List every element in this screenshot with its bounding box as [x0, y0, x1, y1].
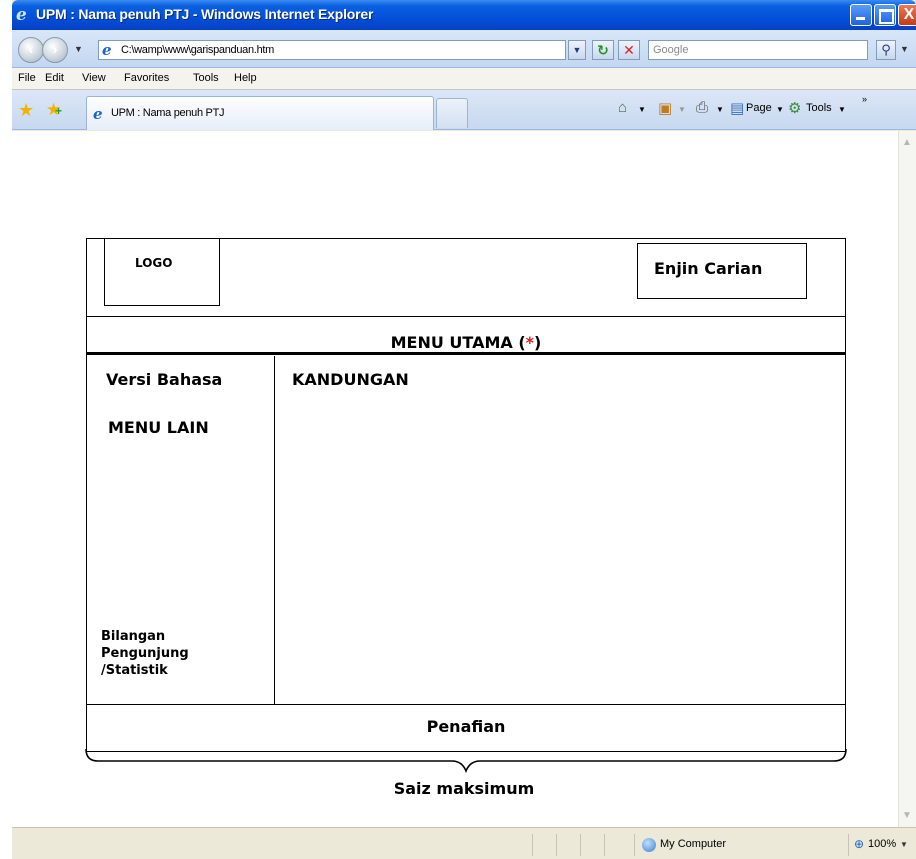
- width-brace: [85, 748, 847, 774]
- vertical-scrollbar[interactable]: ▲ ▼: [898, 131, 916, 827]
- toolbar-overflow-icon[interactable]: »: [862, 94, 867, 104]
- search-placeholder: Google: [653, 44, 689, 56]
- other-menu-label: MENU LAIN: [108, 418, 209, 437]
- tab-upm[interactable]: e UPM : Nama penuh PTJ: [86, 96, 434, 130]
- recent-pages-dropdown-icon[interactable]: ▼: [74, 44, 83, 54]
- refresh-button[interactable]: ↻: [592, 40, 614, 60]
- logo-box: LOGO: [104, 238, 220, 306]
- feeds-icon[interactable]: ▣: [658, 99, 672, 117]
- page-content: LOGO Enjin Carian MENU UTAMA (*) Versi B…: [12, 131, 898, 827]
- main-menu-bar: MENU UTAMA (*): [87, 317, 845, 355]
- side-column: Versi Bahasa MENU LAIN Bilangan Pengunju…: [87, 356, 275, 704]
- menu-file[interactable]: File: [18, 72, 36, 84]
- tab-favicon-icon: e: [93, 105, 103, 123]
- print-icon[interactable]: ⎙: [696, 99, 708, 116]
- search-button[interactable]: ⚲: [876, 40, 896, 60]
- address-toolbar: ‹ › ▼ e C:\wamp\www\garispanduan.htm ▼ ↻…: [12, 30, 916, 68]
- language-version-label: Versi Bahasa: [106, 370, 223, 389]
- security-zone[interactable]: My Computer: [660, 838, 726, 850]
- main-menu-close: ): [534, 333, 542, 352]
- zoom-dropdown-icon[interactable]: ▼: [900, 840, 908, 849]
- status-cell: [580, 834, 604, 856]
- main-menu-text: MENU UTAMA (: [390, 333, 526, 352]
- stop-button[interactable]: ✕: [618, 40, 640, 60]
- search-engine-box: Enjin Carian: [637, 243, 807, 299]
- status-cell: [604, 834, 628, 856]
- tools-gear-icon[interactable]: ⚙: [788, 99, 801, 117]
- search-options-icon[interactable]: ▼: [900, 44, 909, 54]
- title-bar[interactable]: e UPM : Nama penuh PTJ - Windows Interne…: [12, 0, 916, 30]
- tools-menu[interactable]: Tools: [806, 102, 832, 114]
- page-menu[interactable]: Page: [746, 102, 772, 114]
- maximize-icon: [875, 5, 895, 25]
- forward-button[interactable]: ›: [42, 37, 68, 63]
- page-favicon-icon: e: [102, 41, 112, 59]
- main-menu-asterisk: *: [525, 333, 535, 352]
- visitor-stats-line: Bilangan: [101, 629, 166, 644]
- disclaimer-label: Penafian: [426, 717, 506, 736]
- computer-zone-icon: [642, 838, 656, 852]
- address-dropdown-button[interactable]: ▼: [568, 40, 586, 60]
- minimize-button[interactable]: [850, 4, 872, 26]
- favorites-bar: ★ ★ e UPM : Nama penuh PTJ ⌂ ▼ ▣ ▼ ⎙ ▼ ▤…: [12, 90, 916, 130]
- footer-bar: Penafian: [87, 704, 845, 751]
- tools-dropdown-icon[interactable]: ▼: [838, 105, 846, 114]
- visitor-stats-label: Bilangan Pengunjung /Statistik: [101, 628, 189, 679]
- ie-logo-icon: e: [16, 5, 27, 25]
- menu-view[interactable]: View: [82, 72, 106, 84]
- search-engine-label: Enjin Carian: [654, 259, 763, 278]
- new-tab-button[interactable]: [436, 98, 468, 128]
- browser-window: e UPM : Nama penuh PTJ - Windows Interne…: [12, 0, 916, 859]
- home-icon[interactable]: ⌂: [618, 99, 627, 116]
- maximize-button[interactable]: [874, 4, 896, 26]
- content-label: KANDUNGAN: [292, 370, 409, 389]
- diagram-header: LOGO Enjin Carian: [87, 238, 845, 317]
- add-favorite-icon[interactable]: ★: [46, 100, 62, 120]
- close-button[interactable]: X: [898, 4, 916, 26]
- visitor-stats-line: Pengunjung: [101, 646, 189, 661]
- menu-help[interactable]: Help: [234, 72, 257, 84]
- home-dropdown-icon[interactable]: ▼: [638, 105, 646, 114]
- page-icon[interactable]: ▤: [730, 99, 744, 117]
- status-cell: [556, 834, 580, 856]
- status-cell: [532, 834, 556, 856]
- menu-edit[interactable]: Edit: [45, 72, 64, 84]
- main-menu-label: MENU UTAMA (*): [87, 333, 845, 352]
- print-dropdown-icon[interactable]: ▼: [716, 105, 724, 114]
- scroll-down-icon[interactable]: ▼: [902, 810, 912, 821]
- menu-bar: File Edit View Favorites Tools Help: [12, 68, 916, 90]
- search-icon: ⚲: [881, 42, 891, 57]
- page-dropdown-icon[interactable]: ▼: [776, 105, 784, 114]
- scroll-up-icon[interactable]: ▲: [902, 137, 912, 148]
- menu-favorites[interactable]: Favorites: [124, 72, 169, 84]
- address-url: C:\wamp\www\garispanduan.htm: [121, 44, 275, 56]
- window-title: UPM : Nama penuh PTJ - Windows Internet …: [36, 6, 374, 22]
- layout-diagram: LOGO Enjin Carian MENU UTAMA (*) Versi B…: [86, 238, 846, 752]
- tab-label: UPM : Nama penuh PTJ: [111, 107, 225, 119]
- back-button[interactable]: ‹: [18, 37, 44, 63]
- max-size-label: Saiz maksimum: [393, 779, 535, 798]
- search-input[interactable]: Google: [648, 40, 868, 60]
- address-input[interactable]: e C:\wamp\www\garispanduan.htm: [98, 40, 566, 60]
- visitor-stats-line: /Statistik: [101, 663, 168, 678]
- zoom-level[interactable]: 100%: [868, 838, 896, 850]
- minimize-icon: [851, 5, 871, 25]
- menu-tools[interactable]: Tools: [193, 72, 219, 84]
- status-bar: My Computer ⊕ 100% ▼: [12, 827, 916, 859]
- close-icon: X: [903, 6, 915, 23]
- logo-label: LOGO: [135, 256, 173, 270]
- feeds-dropdown-icon[interactable]: ▼: [678, 105, 686, 114]
- favorites-center-icon[interactable]: ★: [18, 100, 34, 121]
- zoom-icon: ⊕: [854, 837, 865, 851]
